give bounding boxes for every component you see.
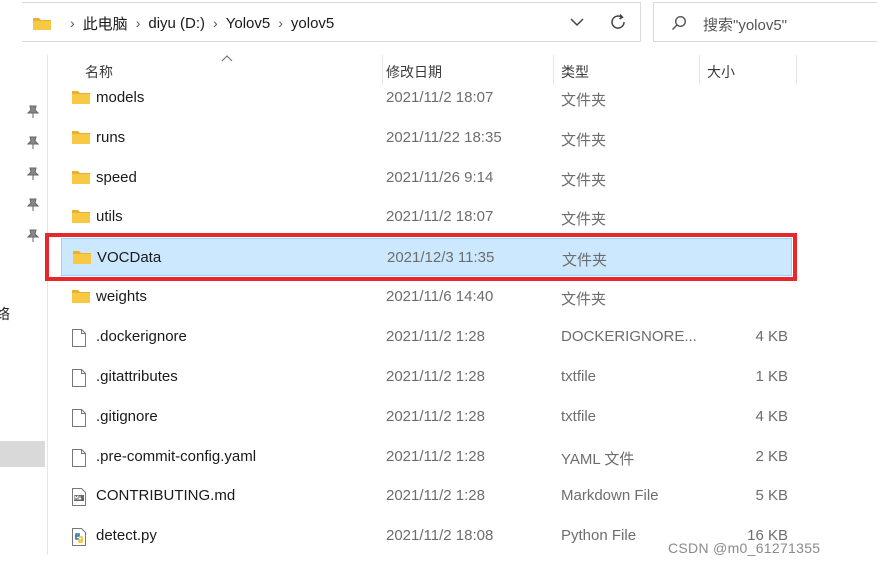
list-item[interactable]: utils 2021/11/2 18:07 文件夹 [61, 198, 792, 236]
folder-icon [71, 129, 91, 150]
file-modified: 2021/11/2 1:28 [386, 368, 485, 385]
list-item[interactable]: .pre-commit-config.yaml 2021/11/2 1:28 Y… [61, 438, 792, 476]
file-icon [71, 448, 87, 473]
pin-icon[interactable] [26, 198, 40, 217]
search-icon [671, 15, 687, 36]
chevron-right-icon[interactable]: › [278, 15, 283, 31]
file-type: 文件夹 [561, 172, 607, 189]
file-icon [71, 408, 87, 433]
file-type: txtfile [561, 368, 597, 385]
folder-icon [71, 169, 91, 190]
file-name: weights [96, 288, 147, 305]
file-modified: 2021/11/22 18:35 [386, 129, 502, 146]
pin-icon[interactable] [26, 229, 40, 248]
pin-icon[interactable] [26, 136, 40, 155]
file-name: .pre-commit-config.yaml [96, 448, 257, 465]
file-type: Python File [561, 527, 637, 544]
folder-icon [71, 89, 91, 110]
file-type: txtfile [561, 408, 597, 425]
folder-icon [71, 288, 91, 309]
file-size: 5 KB [755, 487, 788, 504]
chevron-down-icon[interactable] [569, 14, 585, 35]
search-placeholder: 搜索"yolov5" [703, 17, 788, 34]
file-type: 文件夹 [561, 92, 607, 109]
file-modified: 2021/11/6 14:40 [386, 288, 494, 305]
file-modified: 2021/11/2 18:07 [386, 89, 494, 106]
python-file-icon [71, 527, 87, 552]
file-size: 4 KB [755, 328, 788, 345]
file-name: .gitignore [96, 408, 158, 425]
list-item[interactable]: .gitignore 2021/11/2 1:28 txtfile 4 KB [61, 398, 792, 436]
folder-icon [71, 208, 91, 229]
file-size: 2 KB [755, 448, 788, 465]
breadcrumb-drive[interactable]: diyu (D:) [148, 15, 205, 32]
file-type: 文件夹 [561, 291, 607, 308]
file-modified: 2021/11/2 18:07 [386, 208, 494, 225]
address-toolbar: › 此电脑 › diyu (D:) › Yolov5 › yolov5 搜索"y… [0, 0, 877, 47]
breadcrumb-yolov5-parent[interactable]: Yolov5 [226, 15, 271, 32]
file-modified: 2021/11/2 1:28 [386, 408, 485, 425]
list-item[interactable]: CONTRIBUTING.md 2021/11/2 1:28 Markdown … [61, 477, 792, 515]
file-size: 1 KB [755, 368, 788, 385]
column-resize-handle[interactable] [796, 55, 797, 85]
list-item[interactable]: speed 2021/11/26 9:14 文件夹 [61, 159, 792, 197]
search-box[interactable]: 搜索"yolov5" [653, 2, 877, 42]
file-type: Markdown File [561, 487, 659, 504]
nav-item-selected[interactable] [0, 441, 45, 467]
navigation-pane: 络 [0, 47, 47, 568]
file-name: .dockerignore [96, 328, 187, 345]
file-type: 文件夹 [562, 252, 608, 269]
file-modified: 2021/11/2 1:28 [386, 448, 485, 465]
nav-item-network[interactable]: 络 [0, 304, 10, 324]
file-name: .gitattributes [96, 368, 178, 385]
refresh-icon[interactable] [609, 13, 627, 36]
file-type: 文件夹 [561, 211, 607, 228]
folder-icon [72, 249, 92, 270]
breadcrumb: › 此电脑 › diyu (D:) › Yolov5 › yolov5 [62, 3, 334, 43]
file-type: DOCKERIGNORE... [561, 328, 697, 345]
file-modified: 2021/11/26 9:14 [386, 169, 494, 186]
list-item-selected[interactable]: VOCData 2021/12/3 11:35 文件夹 [61, 238, 792, 276]
list-item[interactable]: models 2021/11/2 18:07 文件夹 [61, 79, 792, 117]
list-item[interactable]: .gitattributes 2021/11/2 1:28 txtfile 1 … [61, 358, 792, 396]
file-icon [71, 368, 87, 393]
address-bar[interactable]: › 此电脑 › diyu (D:) › Yolov5 › yolov5 [22, 2, 641, 42]
file-name: models [96, 89, 145, 106]
breadcrumb-yolov5[interactable]: yolov5 [291, 15, 334, 32]
list-item[interactable]: weights 2021/11/6 14:40 文件夹 [61, 278, 792, 316]
file-name: utils [96, 208, 123, 225]
pin-icon[interactable] [26, 105, 40, 124]
pane-divider[interactable] [47, 55, 48, 555]
file-name: speed [96, 169, 137, 186]
pin-icon[interactable] [26, 167, 40, 186]
file-type: 文件夹 [561, 132, 607, 149]
watermark: CSDN @m0_61271355 [668, 540, 821, 556]
file-name: VOCData [97, 249, 162, 266]
chevron-right-icon[interactable]: › [136, 15, 141, 31]
file-modified: 2021/11/2 18:08 [386, 527, 494, 544]
file-name: runs [96, 129, 126, 146]
file-modified: 2021/11/2 1:28 [386, 487, 485, 504]
file-size: 4 KB [755, 408, 788, 425]
list-item[interactable]: runs 2021/11/22 18:35 文件夹 [61, 119, 792, 157]
file-modified: 2021/11/2 1:28 [386, 328, 485, 345]
file-name: detect.py [96, 527, 157, 544]
file-icon [71, 328, 87, 353]
breadcrumb-this-pc[interactable]: 此电脑 [83, 13, 128, 34]
file-type: YAML 文件 [561, 451, 635, 468]
list-item[interactable]: .dockerignore 2021/11/2 1:28 DOCKERIGNOR… [61, 318, 792, 356]
folder-icon [32, 15, 52, 36]
file-modified: 2021/12/3 11:35 [387, 249, 495, 266]
file-name: CONTRIBUTING.md [96, 487, 236, 504]
chevron-right-icon[interactable]: › [213, 15, 218, 31]
markdown-file-icon [71, 487, 87, 512]
chevron-right-icon[interactable]: › [70, 15, 75, 31]
